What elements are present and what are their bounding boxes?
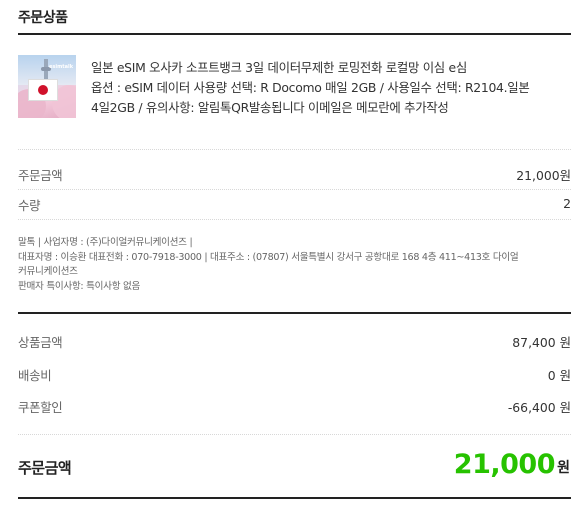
total-label: 주문금액 [18, 459, 72, 477]
breakdown-divider [18, 312, 571, 314]
quantity-label: 수량 [18, 198, 41, 213]
order-amount-label: 주문금액 [18, 168, 63, 183]
japan-flag-icon [28, 79, 58, 101]
product-option-line: 4일2GB / 유의사항: 알림톡QR발송됩니다 이메일은 메모란에 추가작성 [91, 100, 449, 115]
seller-notes: 판매자 특이사항: 특이사항 없음 [18, 280, 141, 292]
order-amount-value: 21,000원 [516, 168, 571, 183]
product-name: 일본 eSIM 오사카 소프트뱅크 3일 데이터무제한 로밍전화 로컬망 이심 … [91, 60, 467, 75]
product-amount-label: 상품금액 [18, 335, 63, 350]
product-description[interactable]: 일본 eSIM 오사카 소프트뱅크 3일 데이터무제한 로밍전화 로컬망 이심 … [91, 58, 569, 118]
seller-contact: 대표자명 : 이승환 대표전화 : 070-7918-3000 | 대표주소 :… [18, 251, 519, 263]
divider [18, 149, 571, 150]
divider [18, 219, 571, 220]
seller-contact-cont: 커뮤니케이션즈 [18, 266, 78, 277]
product-thumbnail[interactable]: esimtalk [18, 55, 76, 118]
section-title: 주문상품 [18, 10, 68, 26]
product-amount-value: 87,400 원 [512, 335, 571, 350]
order-products-panel: 주문상품 esimtalk 일본 eSIM 오사카 소프트뱅크 3일 데이터무제… [18, 0, 571, 506]
seller-name: 말톡 | 사업자명 : (주)다이얼커뮤니케이션즈 | [18, 237, 193, 248]
product-option-line: 옵션 : eSIM 데이터 사용량 선택: R Docomo 매일 2GB / … [91, 80, 530, 95]
seller-info: 말톡 | 사업자명 : (주)다이얼커뮤니케이션즈 | 대표자명 : 이승환 대… [18, 236, 571, 294]
section-divider [18, 33, 571, 35]
total-divider [18, 497, 571, 499]
total-value: 21,000 [453, 449, 556, 480]
coupon-value: -66,400 원 [507, 400, 571, 415]
divider [18, 434, 571, 435]
shipping-label: 배송비 [18, 368, 52, 383]
divider [18, 189, 571, 190]
brand-logo: esimtalk [49, 64, 74, 70]
coupon-label: 쿠폰할인 [18, 400, 63, 415]
quantity-value: 2 [563, 196, 571, 211]
shipping-value: 0 원 [547, 368, 571, 383]
total-unit: 원 [557, 460, 570, 476]
